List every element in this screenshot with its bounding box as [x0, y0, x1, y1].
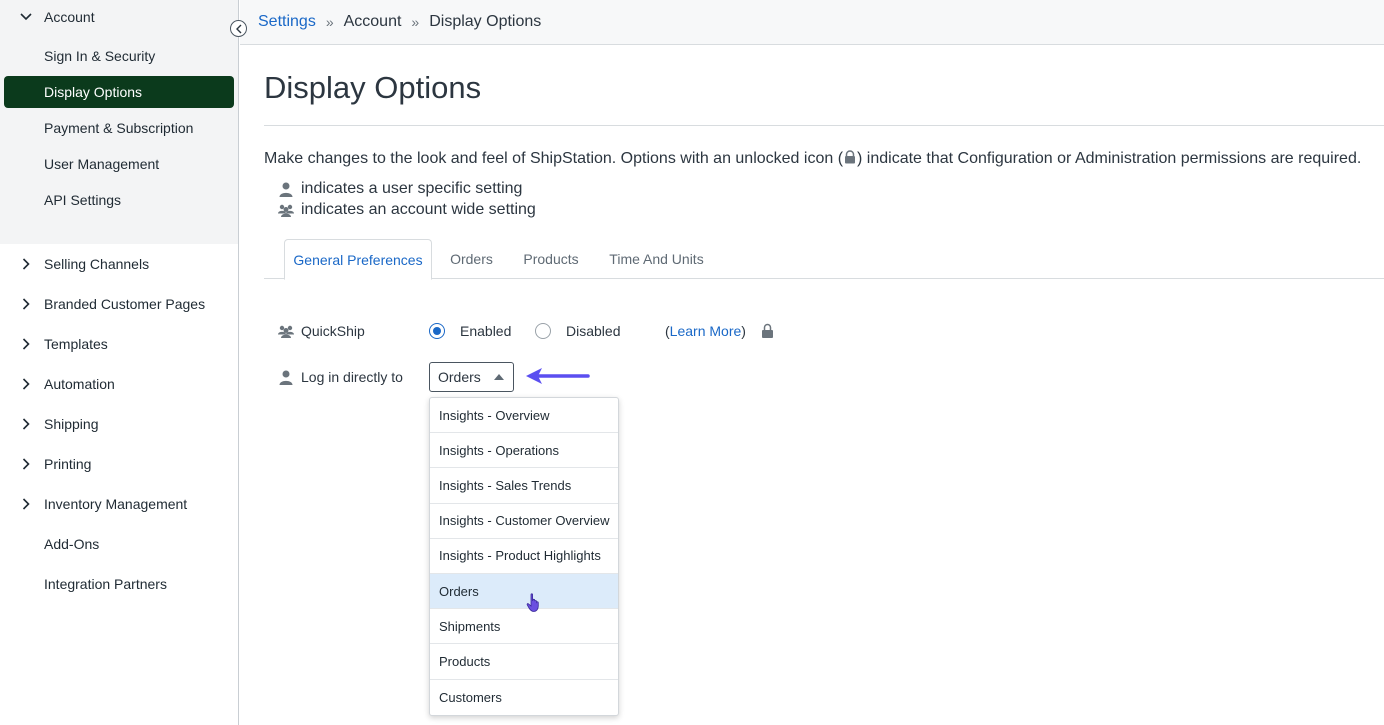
sidebar-section-shipping[interactable]: Shipping: [0, 404, 238, 444]
breadcrumb-settings-link[interactable]: Settings: [258, 13, 316, 31]
sidebar-item-sign-in-security[interactable]: Sign In & Security: [4, 40, 234, 72]
sidebar-item-integration-partners[interactable]: Integration Partners: [0, 564, 238, 604]
sidebar-section-label: Shipping: [44, 416, 99, 432]
learn-more-paren: ): [741, 323, 746, 339]
quickship-enabled-label[interactable]: Enabled: [460, 323, 511, 339]
sidebar-section-account[interactable]: Account: [0, 0, 238, 34]
login-destination-select[interactable]: Orders: [429, 362, 514, 392]
breadcrumb-separator: »: [411, 14, 420, 30]
chevron-right-icon: [18, 496, 34, 512]
quickship-setting-label: QuickShip: [278, 323, 365, 339]
chevron-right-icon: [18, 256, 34, 272]
dropdown-option[interactable]: Customers: [430, 680, 618, 715]
legend-account-wide: indicates an account wide setting: [278, 201, 536, 219]
chevron-down-icon: [18, 9, 34, 25]
lock-icon: [761, 323, 774, 343]
tab-orders[interactable]: Orders: [444, 239, 499, 279]
sidebar-section-selling-channels[interactable]: Selling Channels: [0, 244, 238, 284]
user-icon: [278, 370, 294, 385]
dropdown-option[interactable]: Insights - Product Highlights: [430, 539, 618, 574]
login-destination-dropdown: Insights - Overview Insights - Operation…: [429, 397, 619, 716]
tab-time-and-units[interactable]: Time And Units: [604, 239, 709, 279]
breadcrumb-account: Account: [343, 13, 402, 30]
sidebar-section-label: Automation: [44, 376, 115, 392]
legend-user-specific: indicates a user specific setting: [278, 180, 522, 198]
settings-tabs: General Preferences Orders Products Time…: [264, 239, 1384, 280]
sidebar-section-label: Integration Partners: [44, 576, 167, 592]
sidebar-item-add-ons[interactable]: Add-Ons: [0, 524, 238, 564]
sidebar-section-printing[interactable]: Printing: [0, 444, 238, 484]
dropdown-option[interactable]: Shipments: [430, 609, 618, 645]
sidebar-section-label: Account: [44, 9, 95, 25]
tab-general-preferences[interactable]: General Preferences: [284, 239, 432, 280]
lock-icon: [845, 150, 856, 164]
chevron-left-icon: [235, 24, 241, 33]
caret-up-icon: [494, 374, 504, 380]
sidebar-section-label: Templates: [44, 336, 108, 352]
sidebar-section-label: Selling Channels: [44, 256, 150, 272]
chevron-right-icon: [18, 416, 34, 432]
intro-text-start: Make changes to the look and feel of Shi…: [264, 150, 844, 167]
select-value: Orders: [438, 369, 481, 385]
sidebar-section-templates[interactable]: Templates: [0, 324, 238, 364]
breadcrumb: Settings » Account » Display Options: [240, 0, 1384, 45]
sidebar-section-label: Inventory Management: [44, 496, 188, 512]
dropdown-option-highlighted[interactable]: Orders: [430, 573, 618, 610]
title-divider: [264, 125, 1384, 126]
page-title: Display Options: [264, 70, 482, 105]
sidebar-item-user-management[interactable]: User Management: [4, 148, 234, 180]
quickship-disabled-label[interactable]: Disabled: [566, 323, 620, 339]
chevron-right-icon: [18, 456, 34, 472]
chevron-right-icon: [18, 336, 34, 352]
tab-products[interactable]: Products: [516, 239, 586, 279]
page-intro: Make changes to the look and feel of Shi…: [264, 150, 1361, 168]
dropdown-option[interactable]: Products: [430, 644, 618, 680]
sidebar-item-display-options[interactable]: Display Options: [4, 76, 234, 108]
group-icon: [278, 204, 294, 217]
sidebar-item-api-settings[interactable]: API Settings: [4, 184, 234, 216]
login-label: Log in directly to: [301, 369, 403, 385]
user-icon: [278, 182, 294, 197]
legend-user-text: indicates a user specific setting: [301, 180, 523, 197]
sidebar-section-inventory-management[interactable]: Inventory Management: [0, 484, 238, 524]
sidebar-section-label: Printing: [44, 456, 92, 472]
sidebar-section-label: Add-Ons: [44, 536, 100, 552]
sidebar-section-automation[interactable]: Automation: [0, 364, 238, 404]
collapse-sidebar-button[interactable]: [230, 20, 247, 37]
sidebar-item-label: API Settings: [44, 192, 122, 208]
sidebar-item-label: Display Options: [44, 84, 143, 100]
pointer-hand-icon: [526, 593, 539, 612]
sidebar-item-label: Sign In & Security: [44, 48, 156, 64]
learn-more-link[interactable]: Learn More: [670, 323, 742, 339]
quickship-disabled-radio[interactable]: [535, 323, 551, 339]
sidebar-item-label: Payment & Subscription: [44, 120, 194, 136]
dropdown-option[interactable]: Insights - Sales Trends: [430, 468, 618, 504]
sidebar-section-label: Branded Customer Pages: [44, 296, 206, 312]
quickship-enabled-radio[interactable]: [429, 323, 445, 339]
quickship-label: QuickShip: [301, 323, 365, 339]
sidebar-item-payment-subscription[interactable]: Payment & Subscription: [4, 112, 234, 144]
intro-text-end: ) indicate that Configuration or Adminis…: [857, 150, 1362, 167]
breadcrumb-separator: »: [325, 14, 334, 30]
account-group: Account Sign In & Security Display Optio…: [0, 0, 238, 244]
breadcrumb-current: Display Options: [429, 13, 542, 30]
login-setting-label: Log in directly to: [278, 369, 403, 385]
dropdown-option[interactable]: Insights - Customer Overview: [430, 504, 618, 539]
group-icon: [278, 325, 294, 338]
learn-more-group: (Learn More): [665, 323, 746, 339]
chevron-right-icon: [18, 296, 34, 312]
sidebar-item-label: User Management: [44, 156, 160, 172]
settings-sidebar: Account Sign In & Security Display Optio…: [0, 0, 239, 725]
chevron-right-icon: [18, 376, 34, 392]
legend-account-text: indicates an account wide setting: [301, 201, 536, 218]
sidebar-section-branded-customer-pages[interactable]: Branded Customer Pages: [0, 284, 238, 324]
dropdown-option[interactable]: Insights - Operations: [430, 433, 618, 469]
annotation-arrow-icon: [526, 368, 590, 384]
dropdown-option[interactable]: Insights - Overview: [430, 398, 618, 434]
